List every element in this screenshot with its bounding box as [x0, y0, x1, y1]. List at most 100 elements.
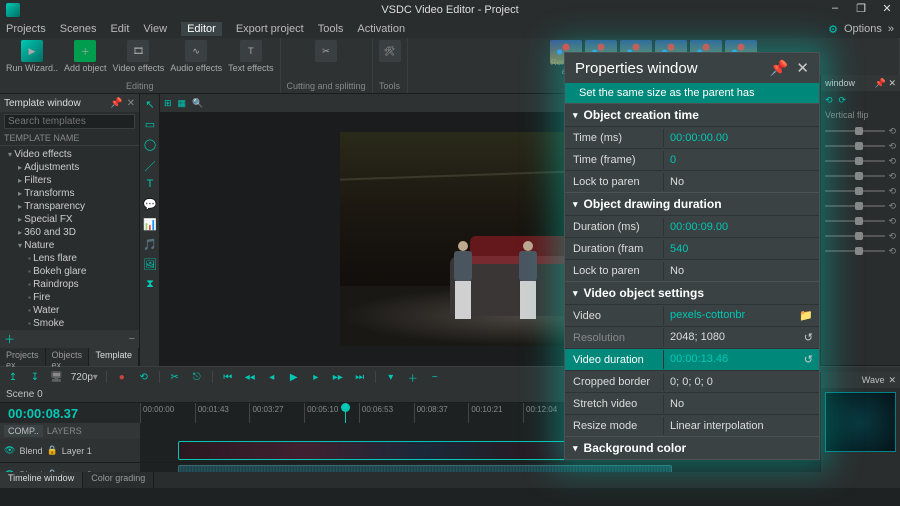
minimize-button[interactable]: –	[826, 2, 844, 15]
adjust-slider[interactable]: ⟲	[825, 185, 896, 197]
layers-tab[interactable]: LAYERS	[47, 426, 82, 436]
rec-icon[interactable]: ●	[115, 372, 129, 383]
track-head[interactable]: 👁 Blend 🔒 Layer 1	[0, 439, 140, 462]
blend-mode[interactable]: Blend	[19, 446, 42, 456]
add-template-icon[interactable]: ＋	[4, 331, 15, 347]
props-value[interactable]: pexels-cottonbr📁	[663, 306, 819, 325]
tree-item-bokeh-glare[interactable]: Bokeh glare	[0, 265, 139, 278]
tree-item-raindrops[interactable]: Raindrops	[0, 278, 139, 291]
tree-item-video-effects[interactable]: Video effects	[0, 148, 139, 161]
props-section-header[interactable]: Object drawing duration	[565, 192, 819, 215]
menu-tools[interactable]: Tools	[318, 23, 344, 35]
text-effects-button[interactable]: TText effects	[228, 40, 273, 73]
props-row[interactable]: Time (ms)00:00:00.00	[565, 126, 819, 148]
props-value[interactable]: 00:00:13.46↺	[663, 350, 819, 369]
tree-item-transforms[interactable]: Transforms	[0, 187, 139, 200]
props-value[interactable]: No	[663, 262, 819, 280]
template-tab[interactable]: Projects ex...	[0, 348, 46, 366]
play-icon[interactable]: ▶	[287, 372, 301, 383]
image-tool-icon[interactable]: 🖼	[142, 258, 158, 274]
chevron-down-icon[interactable]: ▾	[384, 372, 398, 383]
adjust-slider[interactable]: ⟲	[825, 155, 896, 167]
tree-item-filters[interactable]: Filters	[0, 174, 139, 187]
panel-close-icon[interactable]: ✕	[127, 98, 135, 109]
media-tool-icon[interactable]: 🎵	[142, 238, 158, 254]
visibility-icon[interactable]: 👁	[4, 445, 15, 456]
pin-icon[interactable]: 📌	[110, 98, 122, 109]
lock-icon[interactable]: 🔒	[46, 445, 57, 456]
counter-tool-icon[interactable]: ⧗	[142, 278, 158, 294]
layer-up-icon[interactable]: ↥	[6, 372, 20, 383]
reset-icon[interactable]: ↺	[804, 331, 813, 344]
zoom-out-icon[interactable]: −	[428, 372, 442, 383]
comp-tab[interactable]: COMP..	[4, 425, 43, 437]
adjust-slider[interactable]: ⟲	[825, 215, 896, 227]
props-row[interactable]: Stretch videoNo	[565, 392, 819, 414]
tree-item-adjustments[interactable]: Adjustments	[0, 161, 139, 174]
settings-gear-icon[interactable]: ⚙	[828, 23, 838, 36]
template-tab[interactable]: Objects ex...	[46, 348, 90, 366]
remove-template-icon[interactable]: −	[129, 333, 135, 345]
tooltip-tool-icon[interactable]: 💬	[142, 198, 158, 214]
split-icon[interactable]: ⎋	[190, 372, 204, 383]
props-value[interactable]: 0	[663, 151, 819, 169]
tree-item-360-and-3d[interactable]: 360 and 3D	[0, 226, 139, 239]
snap-icon[interactable]: ⊞	[164, 98, 172, 109]
props-value[interactable]: 00:00:09.00	[663, 218, 819, 236]
template-tab[interactable]: Template ...	[89, 348, 139, 366]
text-tool-icon[interactable]: T	[142, 178, 158, 194]
props-row[interactable]: Duration (ms)00:00:09.00	[565, 215, 819, 237]
tree-item-transparency[interactable]: Transparency	[0, 200, 139, 213]
menu-view[interactable]: View	[143, 23, 167, 35]
step-back-icon[interactable]: ◂◂	[243, 372, 257, 383]
props-row[interactable]: Duration (fram540	[565, 237, 819, 259]
props-row[interactable]: Lock to parenNo	[565, 170, 819, 192]
rotate-left-icon[interactable]: ⟲	[825, 95, 833, 106]
menu-export-project[interactable]: Export project	[236, 23, 304, 35]
browse-icon[interactable]: 📁	[799, 309, 813, 322]
zoom-in-icon[interactable]: ＋	[406, 370, 420, 385]
line-tool-icon[interactable]: ／	[142, 158, 158, 174]
loop-icon[interactable]: ⟲	[137, 372, 151, 383]
props-row[interactable]: Cropped border0; 0; 0; 0	[565, 370, 819, 392]
adjust-slider[interactable]: ⟲	[825, 230, 896, 242]
tree-item-smoke[interactable]: Smoke	[0, 317, 139, 330]
timeline-tab[interactable]: Color grading	[83, 472, 154, 488]
options-link[interactable]: Options	[844, 23, 882, 36]
track-name[interactable]: Layer 1	[62, 446, 92, 456]
menu-chevrons-icon[interactable]: »	[888, 23, 894, 36]
menu-activation[interactable]: Activation	[357, 23, 405, 35]
props-section-header[interactable]: Object creation time	[565, 103, 819, 126]
template-search-input[interactable]	[4, 114, 135, 129]
template-tree[interactable]: Video effectsAdjustmentsFiltersTransform…	[0, 146, 139, 330]
goto-start-icon[interactable]: ⏮	[221, 372, 235, 383]
adjust-slider[interactable]: ⟲	[825, 245, 896, 257]
run-wizard-button[interactable]: ▶Run Wizard..	[6, 40, 58, 73]
properties-tip[interactable]: Set the same size as the parent has	[565, 83, 819, 103]
tree-item-lens-flare[interactable]: Lens flare	[0, 252, 139, 265]
goto-end-icon[interactable]: ⏭	[353, 372, 367, 383]
track-lane[interactable]	[140, 463, 900, 472]
rect-tool-icon[interactable]: ▭	[142, 118, 158, 134]
props-row[interactable]: Lock to parenNo	[565, 259, 819, 281]
close-button[interactable]: ✕	[878, 2, 896, 15]
props-value[interactable]: No	[663, 395, 819, 413]
tree-item-nature[interactable]: Nature	[0, 239, 139, 252]
props-value[interactable]: 2048; 1080↺	[663, 328, 819, 347]
prev-frame-icon[interactable]: ◂	[265, 372, 279, 383]
maximize-button[interactable]: ❐	[852, 2, 870, 15]
audio-effects-button[interactable]: ∿Audio effects	[170, 40, 222, 73]
properties-close-icon[interactable]: ✕	[796, 59, 809, 77]
props-value[interactable]: 00:00:00.00	[663, 129, 819, 147]
next-frame-icon[interactable]: ▸	[309, 372, 323, 383]
playhead[interactable]	[345, 403, 346, 423]
chart-tool-icon[interactable]: 📊	[142, 218, 158, 234]
video-effects-button[interactable]: 🎞Video effects	[113, 40, 165, 73]
ellipse-tool-icon[interactable]: ◯	[142, 138, 158, 154]
tree-item-fire[interactable]: Fire	[0, 291, 139, 304]
menu-projects[interactable]: Projects	[6, 23, 46, 35]
layer-down-icon[interactable]: ↧	[28, 372, 42, 383]
zoom-icon[interactable]: 🔍	[192, 98, 203, 109]
props-value[interactable]: No	[663, 173, 819, 191]
props-row[interactable]: Resolution2048; 1080↺	[565, 326, 819, 348]
